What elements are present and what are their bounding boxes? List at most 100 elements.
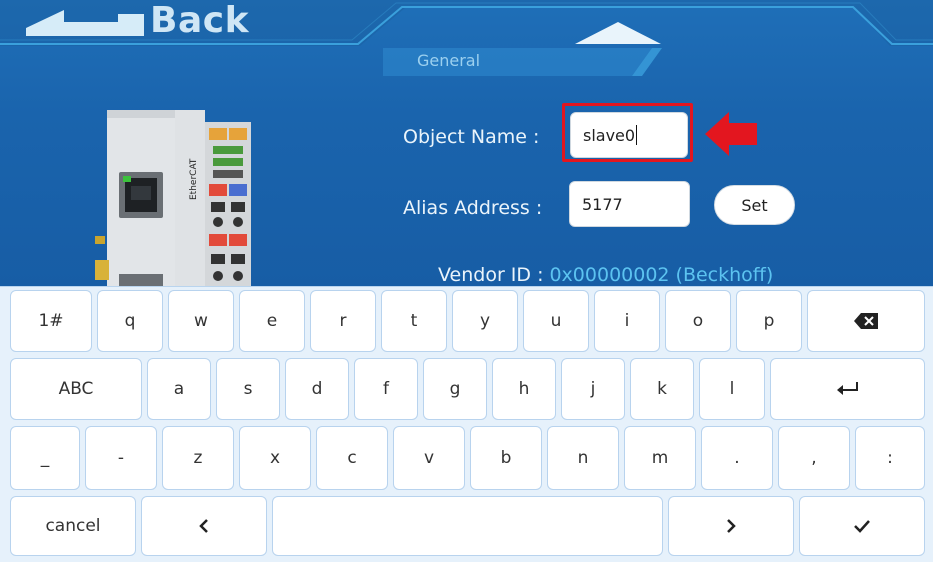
back-label: Back <box>150 0 250 41</box>
set-button[interactable]: Set <box>714 185 795 225</box>
key-backspace[interactable] <box>807 290 925 352</box>
key-period[interactable]: . <box>701 426 773 490</box>
key-label: : <box>887 448 893 468</box>
key-label: s <box>243 379 253 399</box>
key-label: m <box>651 448 669 468</box>
key-r[interactable]: r <box>310 290 376 352</box>
key-n[interactable]: n <box>547 426 619 490</box>
key-k[interactable]: k <box>630 358 694 420</box>
key-u[interactable]: u <box>523 290 589 352</box>
key-q[interactable]: q <box>97 290 163 352</box>
key-label: cancel <box>45 516 101 536</box>
key-underscore[interactable]: _ <box>10 426 80 490</box>
key-label: , <box>811 448 817 468</box>
back-button[interactable]: Back <box>22 0 257 42</box>
key-confirm[interactable] <box>799 496 925 556</box>
key-label: h <box>518 379 530 399</box>
key-label: q <box>124 311 136 331</box>
check-icon <box>854 520 870 533</box>
key-colon[interactable]: : <box>855 426 925 490</box>
key-label: f <box>383 379 389 399</box>
key-label: g <box>449 379 461 399</box>
key-symbols[interactable]: 1# <box>10 290 92 352</box>
chevron-right-icon <box>727 519 736 533</box>
red-arrow-icon <box>705 112 757 156</box>
key-label: z <box>193 448 203 468</box>
ethercat-device-image: EtherCAT <box>95 110 251 286</box>
backspace-icon <box>854 313 878 329</box>
key-a[interactable]: a <box>147 358 211 420</box>
key-label: ABC <box>58 379 94 399</box>
object-name-label: Object Name : <box>403 126 540 148</box>
key-label: . <box>734 448 740 468</box>
key-label: o <box>692 311 704 331</box>
key-d[interactable]: d <box>285 358 349 420</box>
key-cursor-right[interactable] <box>668 496 794 556</box>
key-label: e <box>266 311 278 331</box>
key-f[interactable]: f <box>354 358 418 420</box>
chevron-left-icon <box>199 519 208 533</box>
vendor-id-value: 0x00000002 (Beckhoff) <box>549 264 774 286</box>
app-panel: Back General EtherCAT Object Name: slav… <box>0 0 933 286</box>
object-name-value: slave0 <box>583 125 636 145</box>
key-v[interactable]: v <box>393 426 465 490</box>
key-label: b <box>500 448 512 468</box>
key-label: y <box>479 311 491 331</box>
set-button-label: Set <box>741 195 768 215</box>
alias-address-value: 5177 <box>582 194 623 214</box>
text-caret <box>636 125 638 145</box>
key-y[interactable]: y <box>452 290 518 352</box>
enter-icon <box>836 382 858 395</box>
key-label: t <box>410 311 418 331</box>
key-m[interactable]: m <box>624 426 696 490</box>
tab-general[interactable]: General <box>383 48 653 76</box>
key-cancel[interactable]: cancel <box>10 496 136 556</box>
key-x[interactable]: x <box>239 426 311 490</box>
key-p[interactable]: p <box>736 290 802 352</box>
key-c[interactable]: c <box>316 426 388 490</box>
key-e[interactable]: e <box>239 290 305 352</box>
vendor-id-row: Vendor ID :0x00000002 (Beckhoff) <box>438 264 773 286</box>
key-label: u <box>550 311 562 331</box>
key-t[interactable]: t <box>381 290 447 352</box>
key-b[interactable]: b <box>470 426 542 490</box>
key-label: r <box>339 311 347 331</box>
key-label: 1# <box>38 311 64 331</box>
key-w[interactable]: w <box>168 290 234 352</box>
onscreen-keyboard: 1# q w e r t y u i o p ABC a s d f g h j… <box>0 286 933 562</box>
key-space[interactable] <box>272 496 663 556</box>
key-label: w <box>194 311 208 331</box>
key-label: i <box>624 311 630 331</box>
key-label: v <box>423 448 435 468</box>
key-s[interactable]: s <box>216 358 280 420</box>
key-z[interactable]: z <box>162 426 234 490</box>
key-label: k <box>657 379 667 399</box>
alias-address-label: Alias Address : <box>403 197 543 219</box>
key-label: x <box>269 448 281 468</box>
key-label: j <box>590 379 596 399</box>
key-label: a <box>173 379 185 399</box>
key-l[interactable]: l <box>699 358 765 420</box>
key-comma[interactable]: , <box>778 426 850 490</box>
back-arrow-icon <box>26 10 144 36</box>
key-hyphen[interactable]: - <box>85 426 157 490</box>
key-h[interactable]: h <box>492 358 556 420</box>
key-g[interactable]: g <box>423 358 487 420</box>
key-label: p <box>763 311 775 331</box>
key-label: - <box>117 448 125 468</box>
key-label: n <box>577 448 589 468</box>
tab-general-label: General <box>417 51 481 70</box>
object-name-input[interactable]: slave0 <box>570 112 688 158</box>
key-abc[interactable]: ABC <box>10 358 142 420</box>
key-cursor-left[interactable] <box>141 496 267 556</box>
key-j[interactable]: j <box>561 358 625 420</box>
key-i[interactable]: i <box>594 290 660 352</box>
key-label: _ <box>40 448 50 468</box>
key-enter[interactable] <box>770 358 925 420</box>
ethercat-brand-text: EtherCAT <box>189 158 199 200</box>
alias-address-input[interactable]: 5177 <box>569 181 690 227</box>
collapse-up-icon[interactable] <box>575 20 661 46</box>
key-label: d <box>311 379 323 399</box>
key-o[interactable]: o <box>665 290 731 352</box>
key-label: l <box>729 379 735 399</box>
